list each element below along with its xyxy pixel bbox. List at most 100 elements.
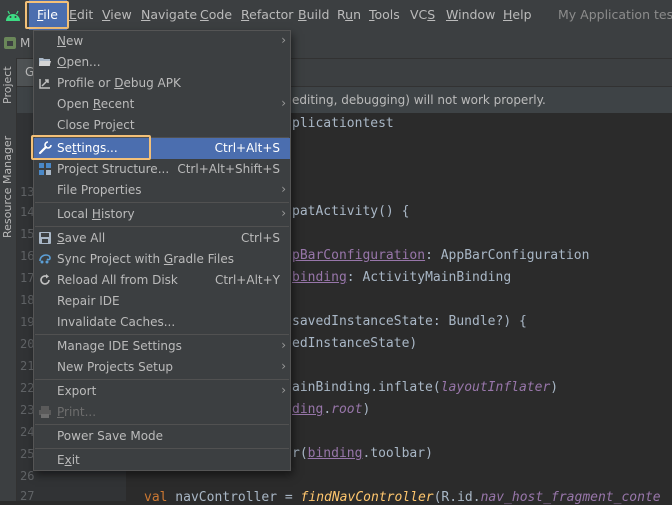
menu-item-print[interactable]: Print...	[34, 402, 290, 423]
code-token: binding	[292, 270, 347, 285]
code-line: ding.root)	[292, 402, 370, 417]
menu-item-new[interactable]: New ›	[34, 31, 290, 52]
code-line: r(binding.toolbar)	[292, 446, 433, 461]
submenu-arrow-icon: ›	[281, 182, 286, 196]
code-line: patActivity() {	[292, 204, 410, 219]
menu-item-local-history[interactable]: Local History ›	[34, 204, 290, 225]
menu-item-save-all[interactable]: Save All Ctrl+S	[34, 228, 290, 249]
resource-manager-tool-tab[interactable]: Resource Manager	[1, 136, 14, 238]
menu-item-label: Manage IDE Settings	[57, 339, 182, 353]
code-token: layoutInflater	[440, 380, 551, 395]
printer-icon	[38, 405, 52, 419]
code-line: val navController = findNavController(R.…	[144, 490, 661, 505]
menu-item-repair-ide[interactable]: Repair IDE	[34, 291, 290, 312]
folder-open-icon	[38, 55, 52, 69]
code-line: binding: ActivityMainBinding	[292, 270, 511, 285]
reload-icon	[38, 273, 52, 287]
menu-refactor[interactable]: Refactor	[241, 0, 293, 30]
menu-item-label: New	[57, 34, 84, 48]
menu-item-label: Save All	[57, 231, 106, 245]
code-token: )	[550, 380, 559, 395]
code-token: pBarConfiguration	[292, 248, 426, 263]
banner-text: editing, debugging) will not work proper…	[292, 93, 546, 107]
file-menu-dropdown: New › Open... Profile or Debug APK Open …	[33, 30, 291, 471]
submenu-arrow-icon: ›	[281, 33, 286, 47]
menu-item-label: Open...	[57, 55, 101, 69]
menu-window[interactable]: Window	[446, 0, 495, 30]
menu-item-project-structure[interactable]: Project Structure... Ctrl+Alt+Shift+S	[34, 159, 290, 180]
menu-item-label: Sync Project with Gradle Files	[57, 252, 234, 266]
code-line: edInstanceState)	[292, 336, 418, 351]
menu-item-label: Open Recent	[57, 97, 135, 111]
code-token: r(	[292, 446, 308, 461]
code-line: plicationtest	[292, 116, 394, 131]
menu-item-close-project[interactable]: Close Project	[34, 115, 290, 136]
code-token: .	[323, 402, 332, 417]
menu-item-label: Close Project	[57, 118, 135, 132]
menu-item-open-recent[interactable]: Open Recent ›	[34, 94, 290, 115]
project-name-fragment[interactable]: M	[20, 36, 30, 50]
menu-vcs[interactable]: VCS	[410, 0, 435, 30]
menu-separator	[35, 334, 289, 335]
code-token: findNavController	[300, 490, 434, 505]
code-token: (R.id.	[433, 490, 481, 505]
code-line: ainBinding.inflate(layoutInflater)	[292, 380, 558, 395]
code-token: navController =	[167, 490, 301, 505]
menu-item-new-projects-setup[interactable]: New Projects Setup ›	[34, 357, 290, 378]
settings-highlight	[31, 135, 151, 160]
menu-item-shortcut: Ctrl+Alt+Shift+S	[177, 162, 280, 176]
menu-item-label: Repair IDE	[57, 294, 120, 308]
menu-item-label: Exit	[57, 453, 80, 467]
code-token: ding	[292, 402, 324, 417]
submenu-arrow-icon: ›	[281, 359, 286, 373]
menu-item-reload-all[interactable]: Reload All from Disk Ctrl+Alt+Y	[34, 270, 290, 291]
menu-item-label: Power Save Mode	[57, 429, 164, 443]
menu-separator	[35, 226, 289, 227]
menu-item-export[interactable]: Export ›	[34, 381, 290, 402]
code-token: binding	[307, 446, 363, 461]
project-tool-tab[interactable]: Project	[1, 66, 14, 104]
menu-item-label: Local History	[57, 207, 135, 221]
submenu-arrow-icon: ›	[281, 96, 286, 110]
menu-item-file-properties[interactable]: File Properties ›	[34, 180, 290, 201]
menu-separator	[35, 424, 289, 425]
menu-edit[interactable]: Edit	[69, 0, 93, 30]
code-token: ainBinding.inflate(	[292, 380, 441, 395]
menu-item-profile-debug-apk[interactable]: Profile or Debug APK	[34, 73, 290, 94]
menu-item-invalidate-caches[interactable]: Invalidate Caches...	[34, 312, 290, 333]
gradle-sync-icon	[38, 252, 52, 266]
menu-item-label: Project Structure...	[57, 162, 170, 176]
left-tool-strip	[0, 58, 17, 501]
menu-item-power-save-mode[interactable]: Power Save Mode	[34, 426, 290, 447]
menu-tools[interactable]: Tools	[369, 0, 400, 30]
code-line: savedInstanceState: Bundle?) {	[292, 314, 527, 329]
menu-code[interactable]: Code	[200, 0, 232, 30]
menu-build[interactable]: Build	[298, 0, 329, 30]
menu-item-open[interactable]: Open...	[34, 52, 290, 73]
submenu-arrow-icon: ›	[281, 206, 286, 220]
menu-item-label: File Properties	[57, 183, 142, 197]
code-token: : ActivityMainBinding	[346, 270, 512, 285]
android-module-icon	[3, 36, 17, 50]
code-line: pBarConfiguration: AppBarConfiguration	[292, 248, 589, 263]
menu-navigate[interactable]: Navigate	[141, 0, 197, 30]
menu-item-label: Invalidate Caches...	[57, 315, 176, 329]
menu-item-manage-ide-settings[interactable]: Manage IDE Settings ›	[34, 336, 290, 357]
project-structure-icon	[38, 162, 52, 176]
menu-view[interactable]: View	[102, 0, 132, 30]
menu-run[interactable]: Run	[337, 0, 361, 30]
menu-item-sync-gradle[interactable]: Sync Project with Gradle Files	[34, 249, 290, 270]
code-token: : AppBarConfiguration	[425, 248, 590, 263]
menu-item-label: New Projects Setup	[57, 360, 174, 374]
code-token: .toolbar)	[362, 446, 433, 461]
line-number: 26	[20, 469, 35, 483]
menu-item-shortcut: Ctrl+Alt+Y	[214, 273, 280, 287]
submenu-arrow-icon: ›	[281, 338, 286, 352]
menu-help[interactable]: Help	[503, 0, 532, 30]
code-token: val	[144, 490, 168, 505]
submenu-arrow-icon: ›	[281, 383, 286, 397]
menu-item-exit[interactable]: Exit	[34, 450, 290, 471]
file-menu-highlight	[25, 1, 69, 29]
code-token: root	[331, 402, 363, 417]
android-studio-icon	[4, 7, 22, 23]
